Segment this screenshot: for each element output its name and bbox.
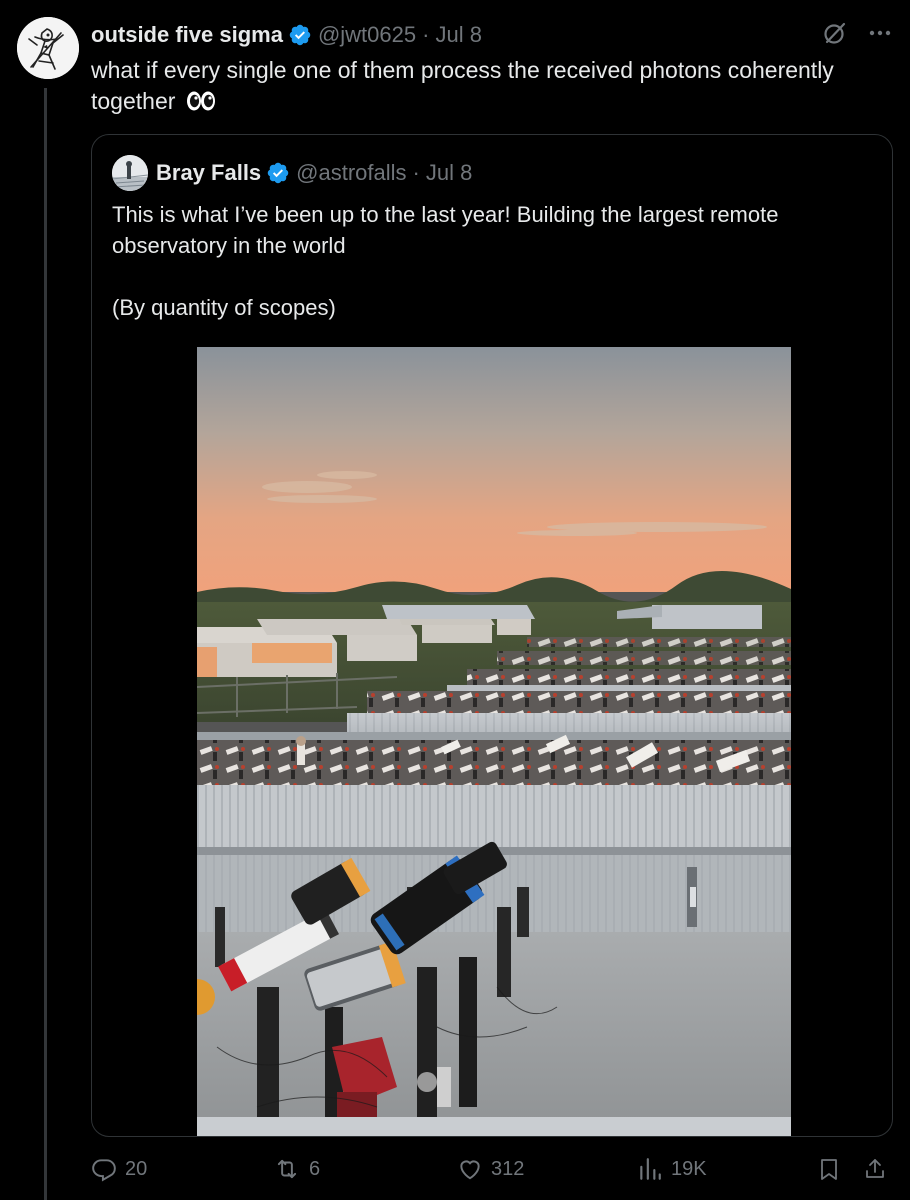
verified-badge-icon [288, 23, 312, 47]
quoted-paragraph: This is what I’ve been up to the last ye… [112, 202, 779, 258]
views-button[interactable]: 19K [637, 1156, 707, 1182]
tweet-action-bar: 20 6 312 19K [91, 1156, 891, 1190]
eyes-icon [186, 89, 216, 120]
author-handle[interactable]: @jwt0625 [318, 22, 416, 48]
tweet-date[interactable]: Jul 8 [435, 22, 481, 48]
reply-icon [91, 1156, 117, 1182]
heart-icon [457, 1156, 483, 1182]
reply-count: 20 [125, 1157, 148, 1180]
author-avatar[interactable] [17, 17, 79, 79]
quoted-author-avatar[interactable] [112, 155, 148, 191]
reply-button[interactable]: 20 [91, 1156, 147, 1182]
quoted-separator-dot: · [412, 160, 420, 185]
sketch-avatar-icon [17, 17, 79, 79]
views-count: 19K [671, 1157, 707, 1180]
repost-button[interactable]: 6 [273, 1156, 320, 1182]
quoted-author-display-name[interactable]: Bray Falls [156, 160, 261, 186]
tweet-header: outside five sigma @jwt0625 · Jul 8 [91, 19, 482, 51]
grok-icon[interactable] [822, 20, 848, 46]
quoted-tweet-text: This is what I’ve been up to the last ye… [112, 199, 872, 323]
bookmark-icon [817, 1156, 841, 1182]
quoted-paragraph: (By quantity of scopes) [112, 295, 336, 320]
author-display-name[interactable]: outside five sigma [91, 22, 283, 48]
separator-dot: · [422, 22, 430, 47]
repost-icon [273, 1156, 301, 1182]
observatory-telescopes-photo[interactable] [197, 347, 791, 1136]
quoted-author-handle[interactable]: @astrofalls [296, 160, 406, 186]
share-button[interactable] [863, 1156, 887, 1182]
views-icon [637, 1156, 663, 1182]
like-button[interactable]: 312 [457, 1156, 524, 1182]
share-icon [863, 1156, 887, 1182]
quoted-tweet-card[interactable]: Bray Falls @astrofalls · Jul 8 This is w… [91, 134, 893, 1137]
like-count: 312 [491, 1157, 525, 1180]
quoted-verified-badge-icon [266, 161, 290, 185]
thread-line [44, 88, 47, 1200]
repost-count: 6 [309, 1157, 321, 1180]
quoted-tweet-date[interactable]: Jul 8 [426, 160, 472, 186]
tweet-top-right-controls [822, 20, 892, 46]
more-options-icon[interactable] [868, 21, 892, 45]
tweet-text: what if every single one of them process… [91, 55, 891, 120]
bookmark-button[interactable] [817, 1156, 841, 1182]
quoted-tweet-header: Bray Falls @astrofalls · Jul 8 [112, 155, 472, 191]
